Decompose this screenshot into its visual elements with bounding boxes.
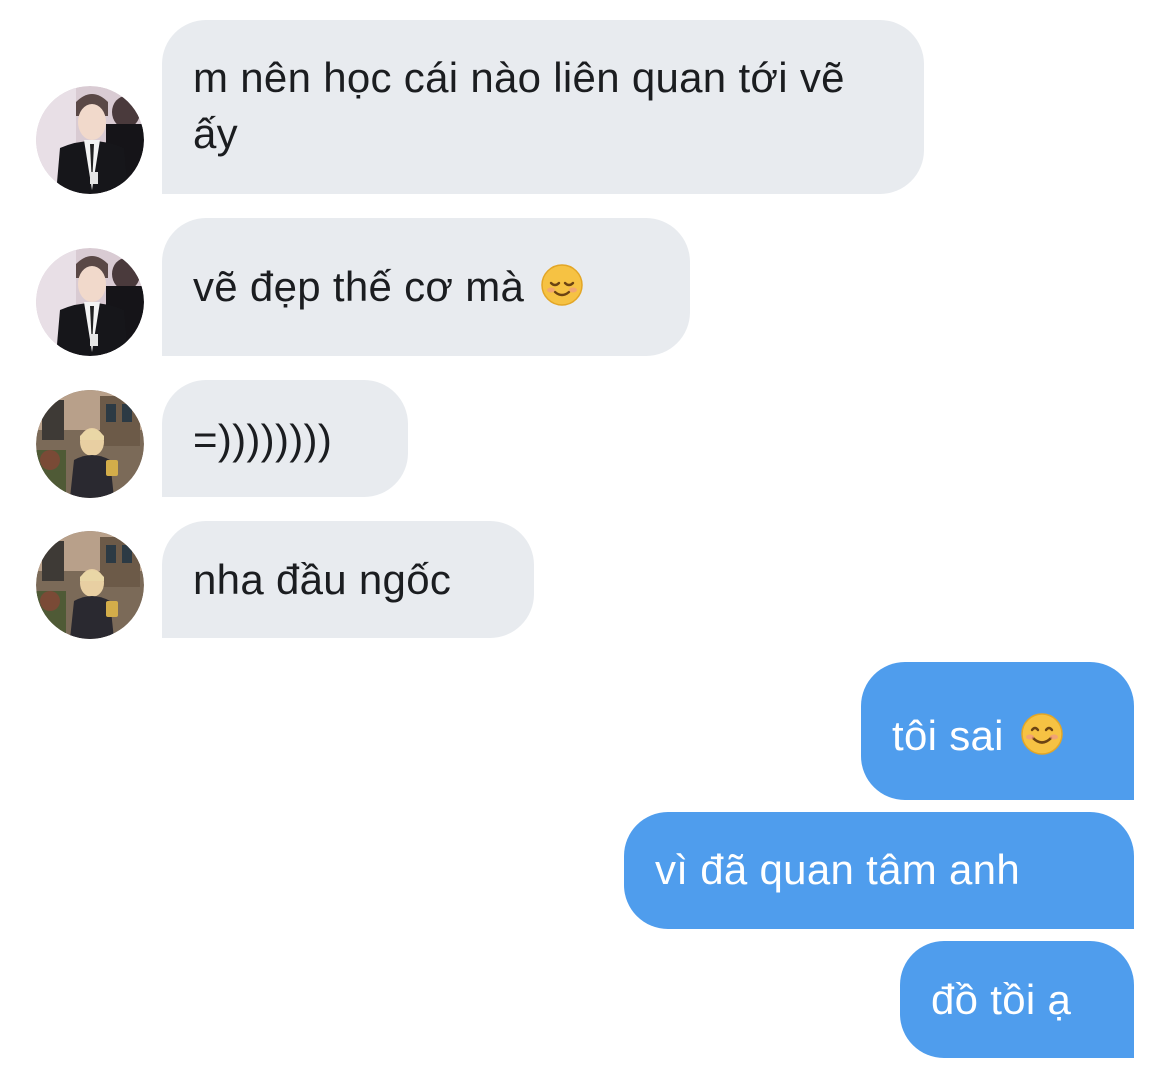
avatar-street-boy-image	[36, 390, 144, 498]
smiling-face-icon	[1020, 712, 1064, 756]
avatar-suit-boy-image	[36, 248, 144, 356]
incoming-message-bubble[interactable]: =))))))))	[162, 380, 408, 497]
sender-avatar[interactable]	[36, 248, 144, 356]
sender-avatar[interactable]	[36, 86, 144, 194]
avatar-street-boy-image	[36, 531, 144, 639]
message-text: =))))))))	[193, 416, 333, 463]
message-text: m nên học cái nào liên quan tới vẽ ấy	[193, 54, 845, 157]
message-text: nha đầu ngốc	[193, 556, 452, 603]
outgoing-message-bubble[interactable]: vì đã quan tâm anh	[624, 812, 1134, 929]
outgoing-message-bubble[interactable]: tôi sai	[861, 662, 1134, 800]
avatar-suit-boy-image	[36, 86, 144, 194]
incoming-message-bubble[interactable]: m nên học cái nào liên quan tới vẽ ấy	[162, 20, 924, 194]
sender-avatar[interactable]	[36, 390, 144, 498]
message-text: đồ tồi ạ	[931, 976, 1072, 1023]
incoming-message-bubble[interactable]: vẽ đẹp thế cơ mà	[162, 218, 690, 356]
outgoing-message-bubble[interactable]: đồ tồi ạ	[900, 941, 1134, 1058]
message-text: vẽ đẹp thế cơ mà	[193, 259, 660, 315]
incoming-message-bubble[interactable]: nha đầu ngốc	[162, 521, 534, 638]
sender-avatar[interactable]	[36, 531, 144, 639]
relieved-face-icon	[540, 263, 584, 307]
message-text: vì đã quan tâm anh	[655, 846, 1020, 893]
message-text: tôi sai	[892, 708, 1102, 764]
